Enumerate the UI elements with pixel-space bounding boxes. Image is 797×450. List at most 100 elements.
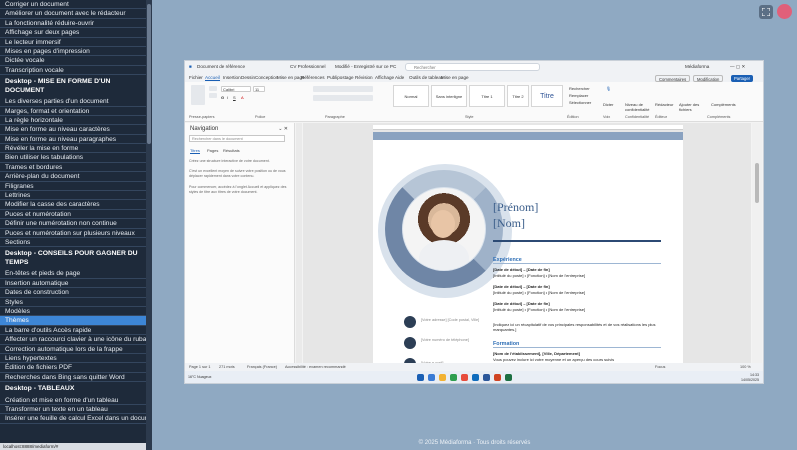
style-option[interactable]: Titre 2 (507, 85, 529, 107)
document-scrollbar[interactable] (752, 123, 762, 369)
window-controls[interactable]: — ▢ ✕ (730, 64, 745, 70)
menu-tab[interactable]: Fichier (189, 75, 203, 80)
add-files-button[interactable]: Ajouter des fichiers (679, 102, 703, 112)
list-buttons[interactable] (313, 86, 373, 92)
sidebar-lesson-item[interactable]: La règle horizontale (0, 116, 146, 126)
sidebar-lesson-item[interactable]: Bien utiliser les tabulations (0, 153, 146, 163)
taskbar-app-icon[interactable] (494, 374, 501, 381)
edit-mode-button[interactable]: Modification (693, 75, 724, 82)
sidebar-lesson-item[interactable]: La fonctionnalité réduire-ouvrir (0, 19, 146, 29)
sidebar-lesson-item[interactable]: En-têtes et pieds de page (0, 269, 146, 279)
sidebar-lesson-item[interactable]: Le lecteur immersif (0, 38, 146, 47)
sidebar-lesson-item[interactable]: Marges, format et orientation (0, 107, 146, 116)
taskbar-app-icon[interactable] (461, 374, 468, 381)
sidebar-lesson-item[interactable]: Puces et numérotation (0, 210, 146, 220)
sidebar-lesson-item[interactable]: Édition de fichiers PDF (0, 363, 146, 373)
menu-tab[interactable]: Accueil (205, 75, 220, 81)
sidebar-lesson-item[interactable]: Corriger un document (0, 0, 146, 10)
addins-button[interactable]: Compléments (711, 102, 736, 107)
tab-titres[interactable]: Titres (190, 148, 200, 154)
sidebar-lesson-item[interactable]: Améliorer un document avec le rédacteur (0, 9, 146, 19)
sidebar-lesson-item[interactable]: Affichage sur deux pages (0, 28, 146, 38)
accessibility-status[interactable]: Accessibilité : examen recommandé (285, 365, 346, 369)
tab-pages[interactable]: Pages (207, 148, 218, 153)
sidebar-lesson-item[interactable]: Thèmes (0, 316, 146, 326)
underline-button[interactable]: S (233, 95, 236, 100)
taskbar-app-icon[interactable] (417, 374, 424, 381)
sidebar-lesson-item[interactable]: Mise en forme au niveau caractères (0, 125, 146, 135)
font-size-select[interactable]: 11 (253, 86, 265, 92)
document-page[interactable]: [Prénom] [Nom] Expérience [Date de début… (373, 132, 683, 369)
tab-resultats[interactable]: Résultats (223, 148, 240, 153)
menu-tab[interactable]: Dessin (241, 75, 255, 80)
italic-button[interactable]: I (227, 95, 228, 100)
menu-tab[interactable]: Aide (395, 75, 404, 80)
copy-icon[interactable] (209, 93, 217, 98)
sidebar-lesson-item[interactable]: Mises en pages d'impression (0, 47, 146, 57)
sidebar-lesson-item[interactable]: Modèles (0, 307, 146, 317)
taskbar-app-icon[interactable] (483, 374, 490, 381)
sidebar-lesson-item[interactable]: Arrière-plan du document (0, 172, 146, 182)
sidebar-lesson-item[interactable]: Sections (0, 238, 146, 248)
menu-tab[interactable]: Mise en page (441, 75, 469, 80)
fullscreen-button[interactable] (759, 5, 773, 19)
sidebar-lesson-item[interactable]: Affecter un raccourci clavier à une icôn… (0, 335, 146, 345)
sidebar-lesson-item[interactable]: Mise en forme au niveau paragraphes (0, 135, 146, 145)
sidebar-lesson-item[interactable]: Lettrines (0, 191, 146, 201)
close-icon[interactable]: ⌄ ✕ (278, 126, 288, 132)
sidebar-scroll-thumb[interactable] (147, 4, 151, 144)
taskbar-app-icon[interactable] (439, 374, 446, 381)
language[interactable]: Français (France) (247, 365, 277, 369)
style-option[interactable]: Normal (393, 85, 429, 107)
sidebar-lesson-item[interactable]: Filigranes (0, 182, 146, 192)
bold-button[interactable]: G (221, 95, 224, 100)
editor-button[interactable]: Rédacteur (655, 102, 673, 107)
profile-photo[interactable] (403, 188, 485, 270)
taskbar-app-icon[interactable] (472, 374, 479, 381)
menu-tab[interactable]: Conception (255, 75, 278, 80)
align-buttons[interactable] (313, 95, 373, 101)
comments-button[interactable]: Commentaires (655, 75, 691, 82)
menu-tab[interactable]: Références (301, 75, 325, 80)
taskbar-app-icon[interactable] (450, 374, 457, 381)
sidebar-lesson-item[interactable]: Styles (0, 298, 146, 307)
sidebar-lesson-item[interactable]: Correction automatique lors de la frappe (0, 345, 146, 354)
menu-tab[interactable]: Révision (355, 75, 373, 80)
scroll-thumb[interactable] (755, 163, 759, 203)
zoom-level[interactable]: 100 % (740, 365, 751, 369)
sidebar-lesson-item[interactable]: Recherches dans Bing sans quitter Word (0, 373, 146, 383)
sidebar-lesson-item[interactable]: Trames et bordures (0, 163, 146, 173)
select-button[interactable]: Sélectionner (569, 100, 591, 105)
microphone-icon[interactable]: 🎙 (606, 86, 611, 91)
font-color-button[interactable]: A (241, 95, 244, 100)
sidebar-lesson-item[interactable]: Les diverses parties d'un document (0, 97, 146, 107)
clock[interactable]: 14:33 14/05/2025 (741, 373, 759, 382)
replace-button[interactable]: Remplacer (569, 93, 588, 98)
font-name-select[interactable]: Calibri (221, 86, 251, 92)
dictate-button[interactable]: Dicter (603, 102, 613, 107)
find-button[interactable]: Rechercher (569, 86, 590, 91)
cut-icon[interactable] (209, 86, 217, 91)
menu-tab[interactable]: Affichage (375, 75, 394, 80)
focus-button[interactable]: Focus (655, 365, 665, 369)
record-button[interactable] (777, 4, 792, 19)
style-option[interactable]: Titre 1 (469, 85, 505, 107)
share-button[interactable]: Partager (731, 75, 754, 82)
sidebar-lesson-item[interactable]: Dates de construction (0, 288, 146, 298)
sidebar-scrollbar[interactable] (146, 0, 152, 450)
style-option[interactable]: Titre (531, 85, 563, 107)
style-option[interactable]: Sans interligne (431, 85, 467, 107)
sidebar-lesson-item[interactable]: Insérer une feuille de calcul Excel dans… (0, 414, 146, 424)
taskbar-app-icon[interactable] (505, 374, 512, 381)
sidebar-lesson-item[interactable]: Liens hypertextes (0, 354, 146, 364)
taskbar-app-icon[interactable] (428, 374, 435, 381)
sidebar-lesson-item[interactable]: Transformer un texte en un tableau (0, 405, 146, 415)
sidebar-lesson-item[interactable]: Modifier la casse des caractères (0, 200, 146, 210)
sidebar-lesson-item[interactable]: Création et mise en forme d'un tableau (0, 396, 146, 405)
sidebar-lesson-item[interactable]: Révéler la mise en forme (0, 144, 146, 154)
paste-button[interactable] (191, 85, 205, 105)
sensitivity-button[interactable]: Niveau de confidentialité (625, 102, 649, 112)
sidebar-lesson-item[interactable]: Dictée vocale (0, 56, 146, 66)
sidebar-lesson-item[interactable]: Puces et numérotation sur plusieurs nive… (0, 229, 146, 238)
nav-search-input[interactable]: Rechercher dans le document (189, 135, 285, 142)
